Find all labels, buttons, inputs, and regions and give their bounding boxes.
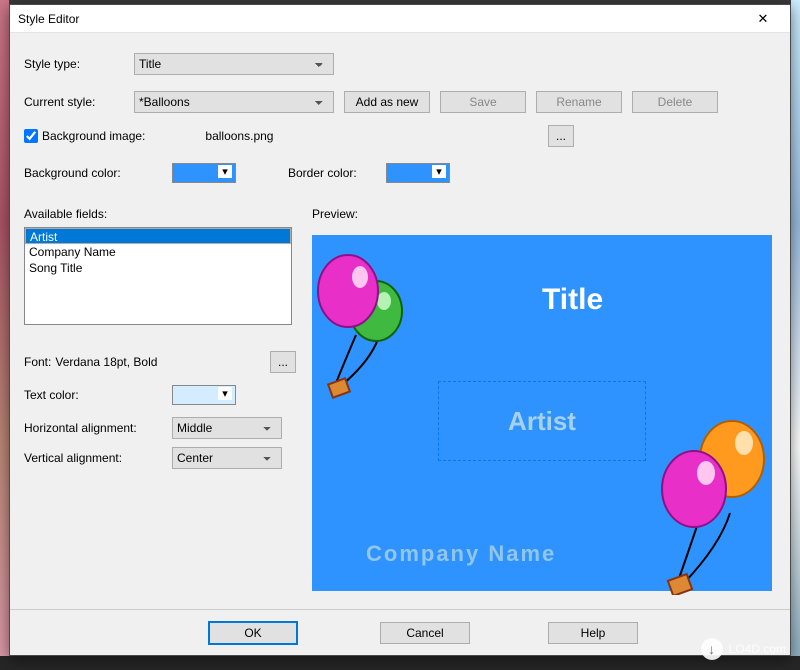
border-color-swatch[interactable] bbox=[386, 163, 450, 183]
field-item[interactable]: Song Title bbox=[25, 260, 291, 276]
background-bottom-strip bbox=[0, 656, 800, 670]
balloons-left-icon bbox=[312, 233, 422, 403]
close-button[interactable]: ✕ bbox=[744, 5, 782, 33]
available-fields-listbox[interactable]: ArtistCompany NameSong Title bbox=[24, 227, 292, 325]
horizontal-alignment-label: Horizontal alignment: bbox=[24, 421, 172, 435]
balloons-right-icon bbox=[644, 385, 774, 595]
watermark-text: LO4D.com bbox=[729, 642, 786, 656]
background-image-checkbox-label[interactable]: Background image: bbox=[24, 129, 145, 143]
watermark-arrow-icon: ↓ bbox=[701, 638, 723, 660]
dialog-content: Style type: Title Current style: *Balloo… bbox=[10, 33, 790, 655]
titlebar[interactable]: Style Editor ✕ bbox=[10, 5, 790, 33]
vertical-alignment-select[interactable]: Center bbox=[172, 447, 282, 469]
style-type-label: Style type: bbox=[24, 57, 134, 71]
font-value: Verdana 18pt, Bold bbox=[55, 355, 157, 369]
background-image-filename: balloons.png bbox=[205, 129, 273, 143]
delete-button[interactable]: Delete bbox=[632, 91, 718, 113]
background-image-label: Background image: bbox=[42, 129, 145, 143]
preview-title-text: Title bbox=[542, 283, 603, 317]
save-button[interactable]: Save bbox=[440, 91, 526, 113]
field-item[interactable]: Artist bbox=[25, 228, 291, 244]
background-image-checkbox[interactable] bbox=[24, 129, 38, 143]
style-type-select[interactable]: Title bbox=[134, 53, 334, 75]
preview-artist-text: Artist bbox=[508, 406, 576, 437]
text-color-swatch[interactable] bbox=[172, 385, 236, 405]
field-item[interactable]: Company Name bbox=[25, 244, 291, 260]
vertical-alignment-label: Vertical alignment: bbox=[24, 451, 172, 465]
preview-artist-box: Artist bbox=[438, 381, 646, 461]
ok-button[interactable]: OK bbox=[208, 621, 298, 645]
rename-button[interactable]: Rename bbox=[536, 91, 622, 113]
font-browse-button[interactable]: ... bbox=[270, 351, 296, 373]
preview-label: Preview: bbox=[312, 207, 358, 221]
horizontal-alignment-select[interactable]: Middle bbox=[172, 417, 282, 439]
text-color-label: Text color: bbox=[24, 388, 172, 402]
button-bar: OK Cancel Help bbox=[10, 609, 790, 655]
window-title: Style Editor bbox=[18, 12, 744, 26]
add-as-new-button[interactable]: Add as new bbox=[344, 91, 430, 113]
font-label: Font: bbox=[24, 355, 51, 369]
preview-pane: Title Artist Company Name bbox=[312, 235, 772, 591]
current-style-label: Current style: bbox=[24, 95, 134, 109]
background-right-strip bbox=[791, 0, 800, 670]
background-color-swatch[interactable] bbox=[172, 163, 236, 183]
background-image-browse-button[interactable]: ... bbox=[548, 125, 574, 147]
style-editor-window: Style Editor ✕ Style type: Title Current… bbox=[9, 4, 791, 656]
background-left-strip bbox=[0, 0, 9, 670]
border-color-label: Border color: bbox=[288, 166, 386, 180]
preview-company-text: Company Name bbox=[366, 541, 556, 567]
background-color-label: Background color: bbox=[24, 166, 172, 180]
watermark: ↓ LO4D.com bbox=[701, 638, 786, 660]
cancel-button[interactable]: Cancel bbox=[380, 622, 470, 644]
help-button[interactable]: Help bbox=[548, 622, 638, 644]
current-style-select[interactable]: *Balloons bbox=[134, 91, 334, 113]
available-fields-label: Available fields: bbox=[24, 207, 107, 221]
